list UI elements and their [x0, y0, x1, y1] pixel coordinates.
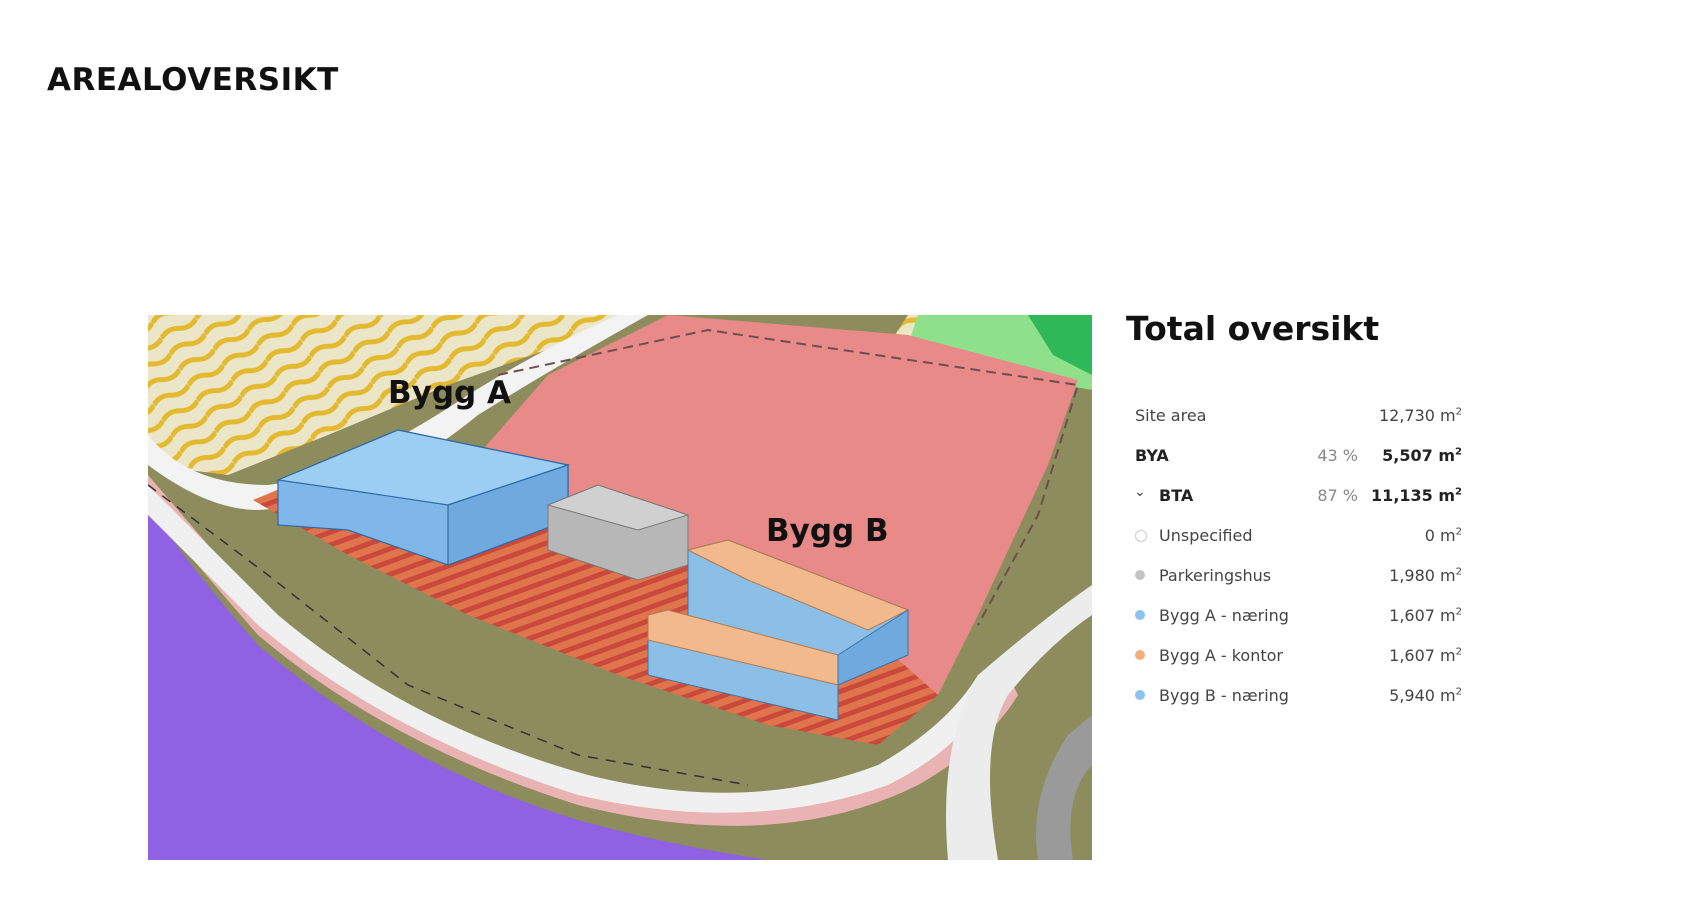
area-row-label: BTA — [1159, 486, 1194, 505]
area-row-value: 0 m2 — [1424, 526, 1462, 545]
legend-dot-icon — [1135, 530, 1147, 542]
area-summary-table: Site area 12,730 m2 BYA 43 % 5,507 m2 ⌄ BTA 87 … — [1130, 398, 1462, 718]
area-row-label: Bygg A - næring — [1159, 606, 1289, 625]
site-3d-map[interactable]: Bygg A Bygg B — [148, 315, 1092, 860]
legend-dot-icon — [1135, 690, 1145, 700]
area-row-bya: BYA 43 % 5,507 m2 — [1130, 438, 1462, 478]
area-row-percent: 43 % — [1317, 446, 1358, 465]
area-row-bygg-a-næring: Bygg A - næring 1,607 m2 — [1130, 598, 1462, 638]
area-row-label: Bygg B - næring — [1159, 686, 1289, 705]
area-row-bta[interactable]: ⌄ BTA 87 % 11,135 m2 — [1130, 478, 1462, 518]
area-row-value: 1,607 m2 — [1389, 646, 1462, 665]
overview-title: Total oversikt — [1126, 309, 1380, 348]
bygg-b-label: Bygg B — [766, 513, 889, 549]
page-title: AREALOVERSIKT — [47, 62, 339, 98]
area-row-parkeringshus: Parkeringshus 1,980 m2 — [1130, 558, 1462, 598]
area-row-value: 11,135 m2 — [1371, 486, 1462, 505]
area-row-label: BYA — [1135, 446, 1169, 465]
chevron-down-icon[interactable]: ⌄ — [1134, 484, 1146, 500]
area-row-percent: 87 % — [1317, 486, 1358, 505]
area-row-value: 12,730 m2 — [1378, 406, 1462, 425]
area-row-label: Unspecified — [1159, 526, 1253, 545]
area-row-label: Bygg A - kontor — [1159, 646, 1283, 665]
area-row-value: 1,980 m2 — [1389, 566, 1462, 585]
area-row-value: 5,940 m2 — [1389, 686, 1462, 705]
legend-dot-icon — [1135, 650, 1145, 660]
legend-dot-icon — [1135, 610, 1145, 620]
area-row-label: Site area — [1135, 406, 1207, 425]
area-row-site-area: Site area 12,730 m2 — [1130, 398, 1462, 438]
site-map-canvas — [148, 315, 1092, 860]
bygg-a-label: Bygg A — [388, 375, 512, 411]
area-row-bygg-a-kontor: Bygg A - kontor 1,607 m2 — [1130, 638, 1462, 678]
legend-dot-icon — [1135, 570, 1145, 580]
area-row-value: 5,507 m2 — [1382, 446, 1462, 465]
area-row-bygg-b-næring: Bygg B - næring 5,940 m2 — [1130, 678, 1462, 718]
area-row-label: Parkeringshus — [1159, 566, 1272, 585]
area-row-unspecified: Unspecified 0 m2 — [1130, 518, 1462, 558]
area-row-value: 1,607 m2 — [1389, 606, 1462, 625]
